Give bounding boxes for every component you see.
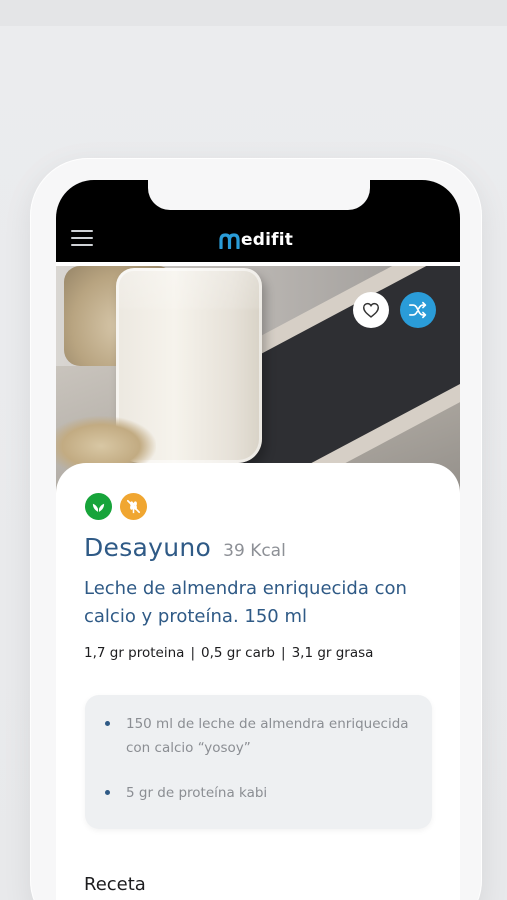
macro-carb: 0,5 gr carb	[201, 645, 275, 661]
logo-m-icon	[219, 233, 240, 249]
phone-screen: edifit Desayuno 39 Kcal Leche de almendr…	[56, 180, 460, 900]
macro-separator: |	[190, 645, 195, 661]
logo-text: edifit	[241, 230, 294, 250]
hamburger-menu-icon[interactable]	[71, 230, 93, 246]
meal-heading: Desayuno 39 Kcal	[84, 533, 286, 562]
shuffle-icon	[409, 301, 427, 319]
ingredient-text: 150 ml de leche de almendra enriquecida …	[126, 716, 409, 756]
meal-title: Desayuno	[84, 533, 212, 562]
phone-notch	[148, 180, 370, 210]
meal-kcal: 39 Kcal	[223, 541, 286, 561]
leaf-glyph	[92, 503, 105, 513]
list-item: 150 ml de leche de almendra enriquecida …	[105, 712, 415, 760]
diet-tags	[85, 493, 147, 520]
macro-separator: |	[281, 645, 286, 661]
heart-outline-icon	[362, 302, 380, 318]
bullet-icon	[105, 721, 110, 726]
favorite-button[interactable]	[353, 292, 389, 328]
dish-name: Leche de almendra enriquecida con calcio…	[84, 578, 407, 627]
ingredient-text: 5 gr de proteína kabi	[126, 785, 268, 801]
leaf-icon	[85, 493, 112, 520]
list-item: 5 gr de proteína kabi	[105, 781, 415, 805]
ingredients-list: 150 ml de leche de almendra enriquecida …	[85, 695, 432, 829]
app-logo: edifit	[219, 225, 293, 249]
background-top-strip	[0, 0, 507, 26]
wheat-crossed-glyph	[126, 499, 141, 514]
bullet-icon	[105, 790, 110, 795]
recipe-heading: Receta	[84, 874, 146, 895]
macro-protein: 1,7 gr proteina	[84, 645, 185, 661]
gluten-free-icon	[120, 493, 147, 520]
macros-summary: 1,7 gr proteina | 0,5 gr carb | 3,1 gr grasa	[84, 645, 373, 661]
meal-detail-card: Desayuno 39 Kcal Leche de almendra enriq…	[56, 463, 460, 900]
shuffle-button[interactable]	[400, 292, 436, 328]
app-header: edifit	[56, 180, 460, 262]
macro-fat: 3,1 gr grasa	[291, 645, 374, 661]
